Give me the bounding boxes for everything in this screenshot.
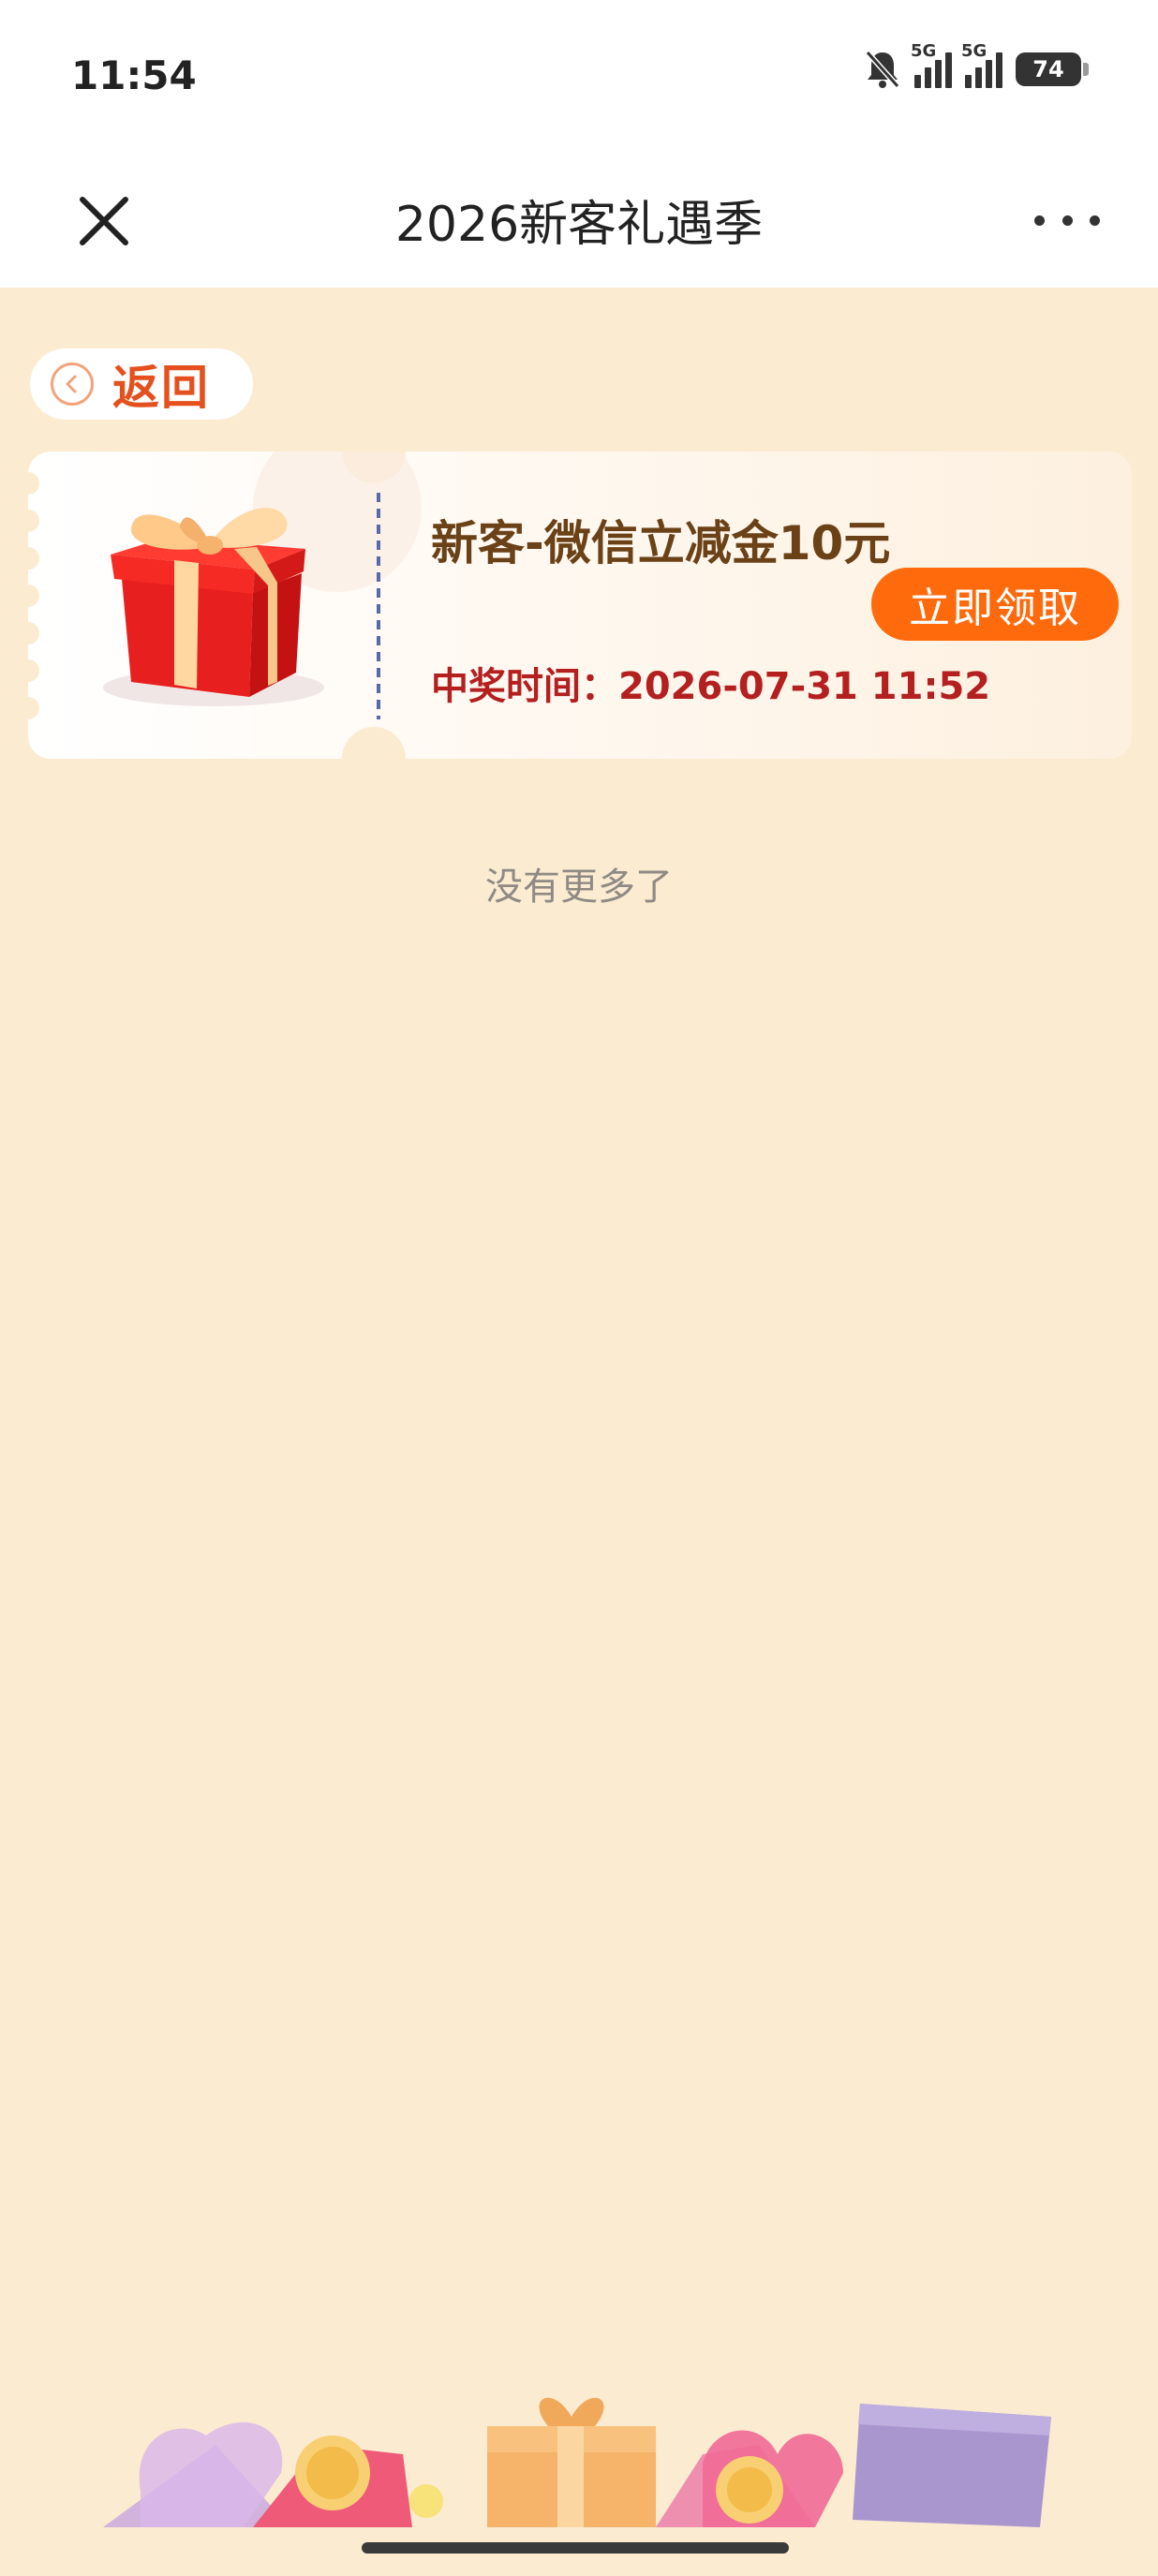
battery-icon: 74	[1016, 52, 1089, 86]
more-icon	[1034, 215, 1045, 226]
prize-time: 中奖时间：2026-07-31 11:52	[431, 656, 990, 710]
gift-box-icon	[103, 508, 324, 706]
decorative-gifts-illustration	[103, 2397, 1051, 2527]
prize-title: 新客-微信立减金10元	[431, 516, 891, 570]
network-label: 5G	[961, 41, 987, 61]
network-label: 5G	[911, 41, 937, 61]
no-more-text: 没有更多了	[485, 866, 673, 909]
nav-header: 2026新客礼遇季	[0, 155, 1158, 288]
prize-time-label: 中奖时间：	[431, 665, 618, 708]
back-button[interactable]: 返回	[30, 348, 253, 420]
claim-button[interactable]: 立即领取	[871, 568, 1119, 641]
more-button[interactable]	[1034, 201, 1100, 239]
home-indicator[interactable]	[362, 2542, 789, 2554]
signal-icon: 5G	[961, 41, 1002, 88]
signal-icon: 5G	[911, 41, 952, 88]
prize-time-value: 2026-07-31 11:52	[618, 665, 991, 708]
chevron-left-circle-icon	[51, 363, 94, 406]
back-label: 返回	[112, 361, 210, 415]
status-icons: 5G 5G 74	[864, 41, 1089, 90]
status-time: 11:54	[71, 52, 197, 98]
status-bar: 11:54 5G 5G 74	[0, 0, 1158, 155]
page-title: 2026新客礼遇季	[394, 197, 764, 253]
prize-card: 新客-微信立减金10元 中奖时间：2026-07-31 11:52 立即领取	[28, 452, 1132, 759]
bell-muted-icon	[865, 51, 900, 88]
